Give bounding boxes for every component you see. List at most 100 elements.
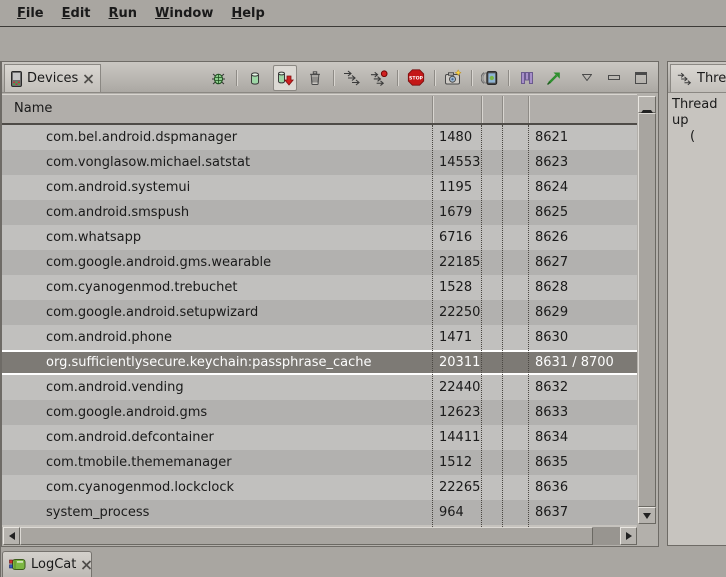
process-pid: 1195 [432,175,481,200]
vertical-scrollbar[interactable] [638,96,656,524]
table-row[interactable]: com.google.android.gms.wearable221858627 [2,250,637,275]
process-pid: 20311 [432,352,481,373]
cell-empty [481,175,502,200]
maximize-icon[interactable] [632,68,650,88]
table-row[interactable]: com.google.android.gms126238633 [2,400,637,425]
tab-devices-label: Devices [27,71,78,86]
start-method-profiling-icon[interactable] [370,68,388,88]
table-row[interactable]: com.tmobile.thememanager15128635 [2,450,637,475]
minimize-icon[interactable] [605,68,623,88]
cell-empty [502,150,528,175]
table-row[interactable]: com.android.phone14718630 [2,325,637,350]
cell-empty [502,400,528,425]
tab-threads[interactable]: Threads [670,64,726,92]
table-row[interactable]: com.android.vending224408632 [2,375,637,400]
column-divider[interactable] [502,96,503,123]
process-pid: 14411 [432,425,481,450]
process-port: 8636 [528,475,637,500]
reset-arrow-icon[interactable] [545,68,563,88]
scroll-down-button[interactable] [638,507,656,524]
cause-gc-icon[interactable] [306,68,324,88]
column-header-name[interactable]: Name [14,95,52,122]
close-icon[interactable] [81,560,92,570]
close-icon[interactable] [83,74,94,84]
menu-help[interactable]: Help [222,6,273,21]
column-guide-line [528,125,529,527]
table-row[interactable]: com.whatsapp6716 8626 [2,225,637,250]
device-table-body: com.bel.android.dspmanager14808621com.vo… [2,125,637,525]
process-port: 8634 [528,425,637,450]
view-menu-icon[interactable] [578,68,596,88]
update-heap-icon[interactable] [246,68,264,88]
device-screen-icon[interactable] [481,68,499,88]
process-name: com.android.smspush [2,200,432,225]
process-port: 8623 [528,150,637,175]
table-row[interactable]: com.bel.android.dspmanager14808621 [2,125,637,150]
devices-view: Devices [1,61,659,547]
stop-process-icon[interactable]: STOP [407,68,425,88]
threads-view: Threads Thread up ( [667,61,726,546]
scroll-up-button[interactable] [638,96,656,113]
columns-icon[interactable] [518,68,536,88]
horizontal-scrollbar-thumb[interactable] [20,527,593,545]
tab-devices[interactable]: Devices [4,64,101,92]
process-pid: 22265 [432,475,481,500]
menu-edit[interactable]: Edit [53,6,100,21]
menu-file[interactable]: File [8,6,53,21]
process-name: org.sufficientlysecure.keychain:passphra… [2,352,432,373]
scroll-right-button[interactable] [620,527,637,545]
process-name: com.android.systemui [2,175,432,200]
process-pid: 14553 [432,150,481,175]
process-port: 8629 [528,300,637,325]
svg-text:STOP: STOP [409,76,423,82]
tab-logcat-label: LogCat [31,557,76,572]
vertical-scrollbar-thumb[interactable] [638,113,656,507]
table-row[interactable]: com.android.defcontainer144118634 [2,425,637,450]
cell-empty [502,352,528,373]
table-row[interactable]: system_process9648637 [2,500,637,525]
debug-process-icon[interactable] [209,68,227,88]
process-name: com.cyanogenmod.lockclock [2,475,432,500]
menu-run[interactable]: Run [100,6,147,21]
cell-empty [481,225,502,250]
column-guide-line [481,125,482,527]
cell-empty [481,325,502,350]
table-row[interactable]: com.google.android.setupwizard222508629 [2,300,637,325]
process-port: 8621 [528,125,637,150]
process-port: 8633 [528,400,637,425]
column-guide-line [432,125,433,527]
dump-hprof-icon[interactable] [273,65,297,91]
table-row[interactable]: com.android.smspush16798625 [2,200,637,225]
screen-capture-icon[interactable] [444,68,462,88]
threads-message: Thread up ( [668,94,726,545]
process-name: system_process [2,500,432,525]
table-row[interactable]: com.vonglasow.michael.satstat145538623 [2,150,637,175]
cell-empty [481,125,502,150]
devices-view-header: Devices [2,62,658,93]
table-row[interactable]: com.cyanogenmod.trebuchet15288628 [2,275,637,300]
table-row[interactable]: org.sufficientlysecure.keychain:passphra… [2,350,637,375]
cell-empty [502,500,528,525]
scroll-left-button[interactable] [3,527,20,545]
device-phone-icon [11,71,22,87]
tab-logcat[interactable]: LogCat [2,551,92,577]
application-window: File Edit Run Window Help [0,0,726,577]
cell-empty [481,450,502,475]
process-port: 8626 [528,225,637,250]
column-divider[interactable] [432,96,433,123]
process-pid: 6716 [432,225,481,250]
column-divider[interactable] [481,96,482,123]
process-pid: 22250 [432,300,481,325]
column-guide-line [502,125,503,527]
process-name: com.whatsapp [2,225,432,250]
menu-window[interactable]: Window [146,6,222,21]
horizontal-scrollbar[interactable] [3,527,637,545]
process-name: com.android.phone [2,325,432,350]
cell-empty [481,300,502,325]
cell-empty [481,375,502,400]
column-divider[interactable] [528,96,529,123]
table-row[interactable]: com.android.systemui11958624 [2,175,637,200]
update-threads-icon[interactable] [343,68,361,88]
table-row[interactable]: com.cyanogenmod.lockclock22265 8636 [2,475,637,500]
process-pid: 1480 [432,125,481,150]
